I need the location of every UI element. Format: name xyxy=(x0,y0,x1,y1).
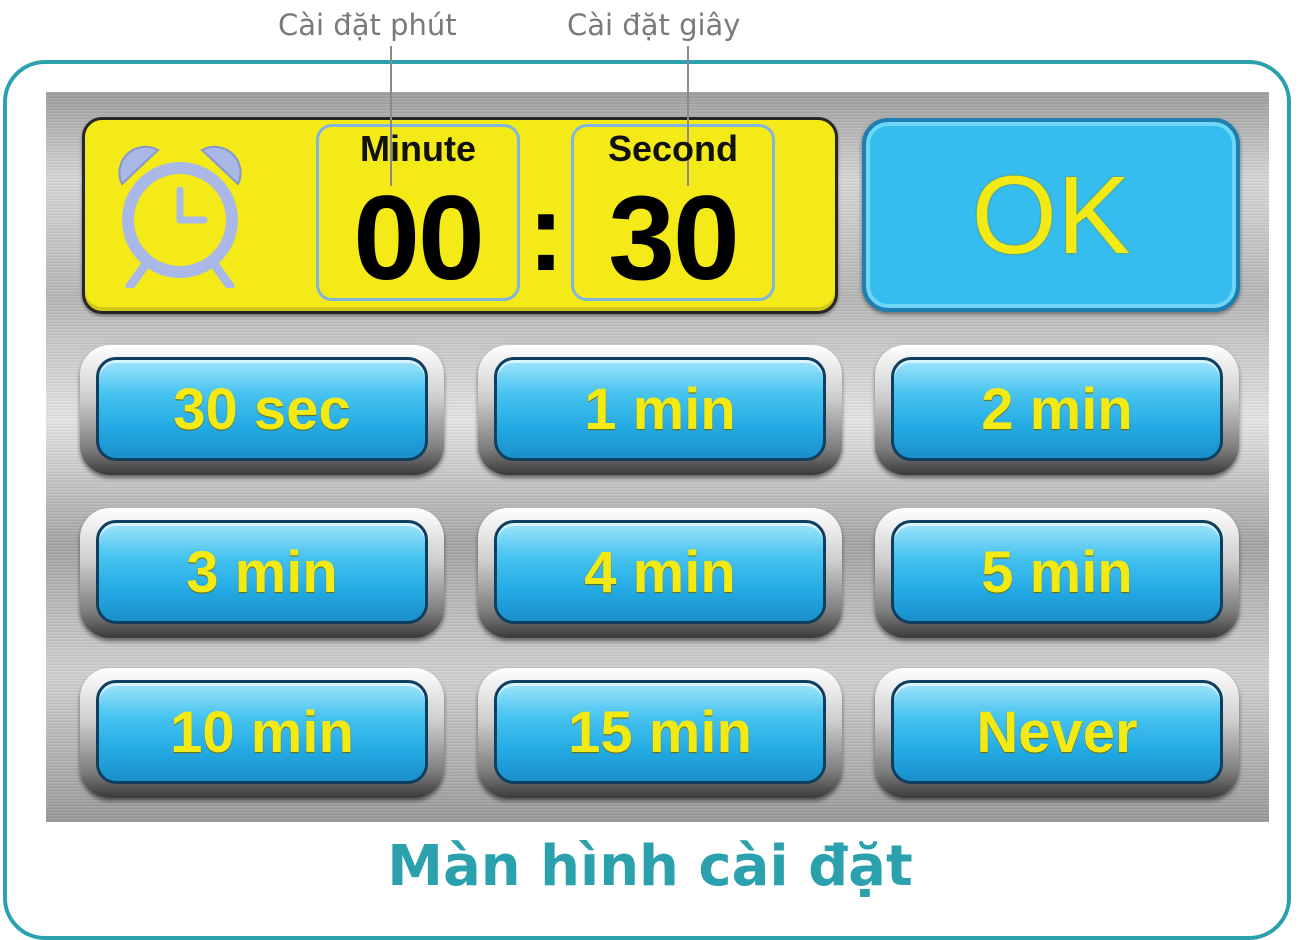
preset-label: 3 min xyxy=(186,539,338,605)
preset-1-min-button[interactable]: 1 min xyxy=(478,345,842,475)
preset-label: 5 min xyxy=(981,539,1133,605)
preset-label: 15 min xyxy=(568,699,752,765)
preset-30-sec-button[interactable]: 30 sec xyxy=(80,345,444,475)
preset-4-min-button[interactable]: 4 min xyxy=(478,508,842,638)
second-label: Second xyxy=(607,128,739,169)
minute-value[interactable]: 00 xyxy=(316,178,520,298)
preset-3-min-button[interactable]: 3 min xyxy=(80,508,444,638)
preset-label: 4 min xyxy=(584,539,736,605)
minute-setting-annotation: Cài đặt phút xyxy=(278,8,457,42)
preset-label: 10 min xyxy=(170,699,354,765)
preset-label: 2 min xyxy=(981,376,1133,442)
preset-label: Never xyxy=(976,699,1138,765)
preset-10-min-button[interactable]: 10 min xyxy=(80,668,444,798)
ok-button[interactable]: OK xyxy=(862,118,1240,312)
preset-label: 1 min xyxy=(584,376,736,442)
preset-label: 30 sec xyxy=(173,376,351,442)
preset-15-min-button[interactable]: 15 min xyxy=(478,668,842,798)
second-setting-annotation: Cài đặt giây xyxy=(567,8,741,42)
preset-never-button[interactable]: Never xyxy=(875,668,1239,798)
second-value[interactable]: 30 xyxy=(571,178,775,298)
time-separator: : xyxy=(527,171,565,294)
minute-label: Minute xyxy=(360,128,476,169)
alarm-clock-icon xyxy=(118,145,242,288)
preset-5-min-button[interactable]: 5 min xyxy=(875,508,1239,638)
screen-caption: Màn hình cài đặt xyxy=(387,834,913,899)
preset-2-min-button[interactable]: 2 min xyxy=(875,345,1239,475)
